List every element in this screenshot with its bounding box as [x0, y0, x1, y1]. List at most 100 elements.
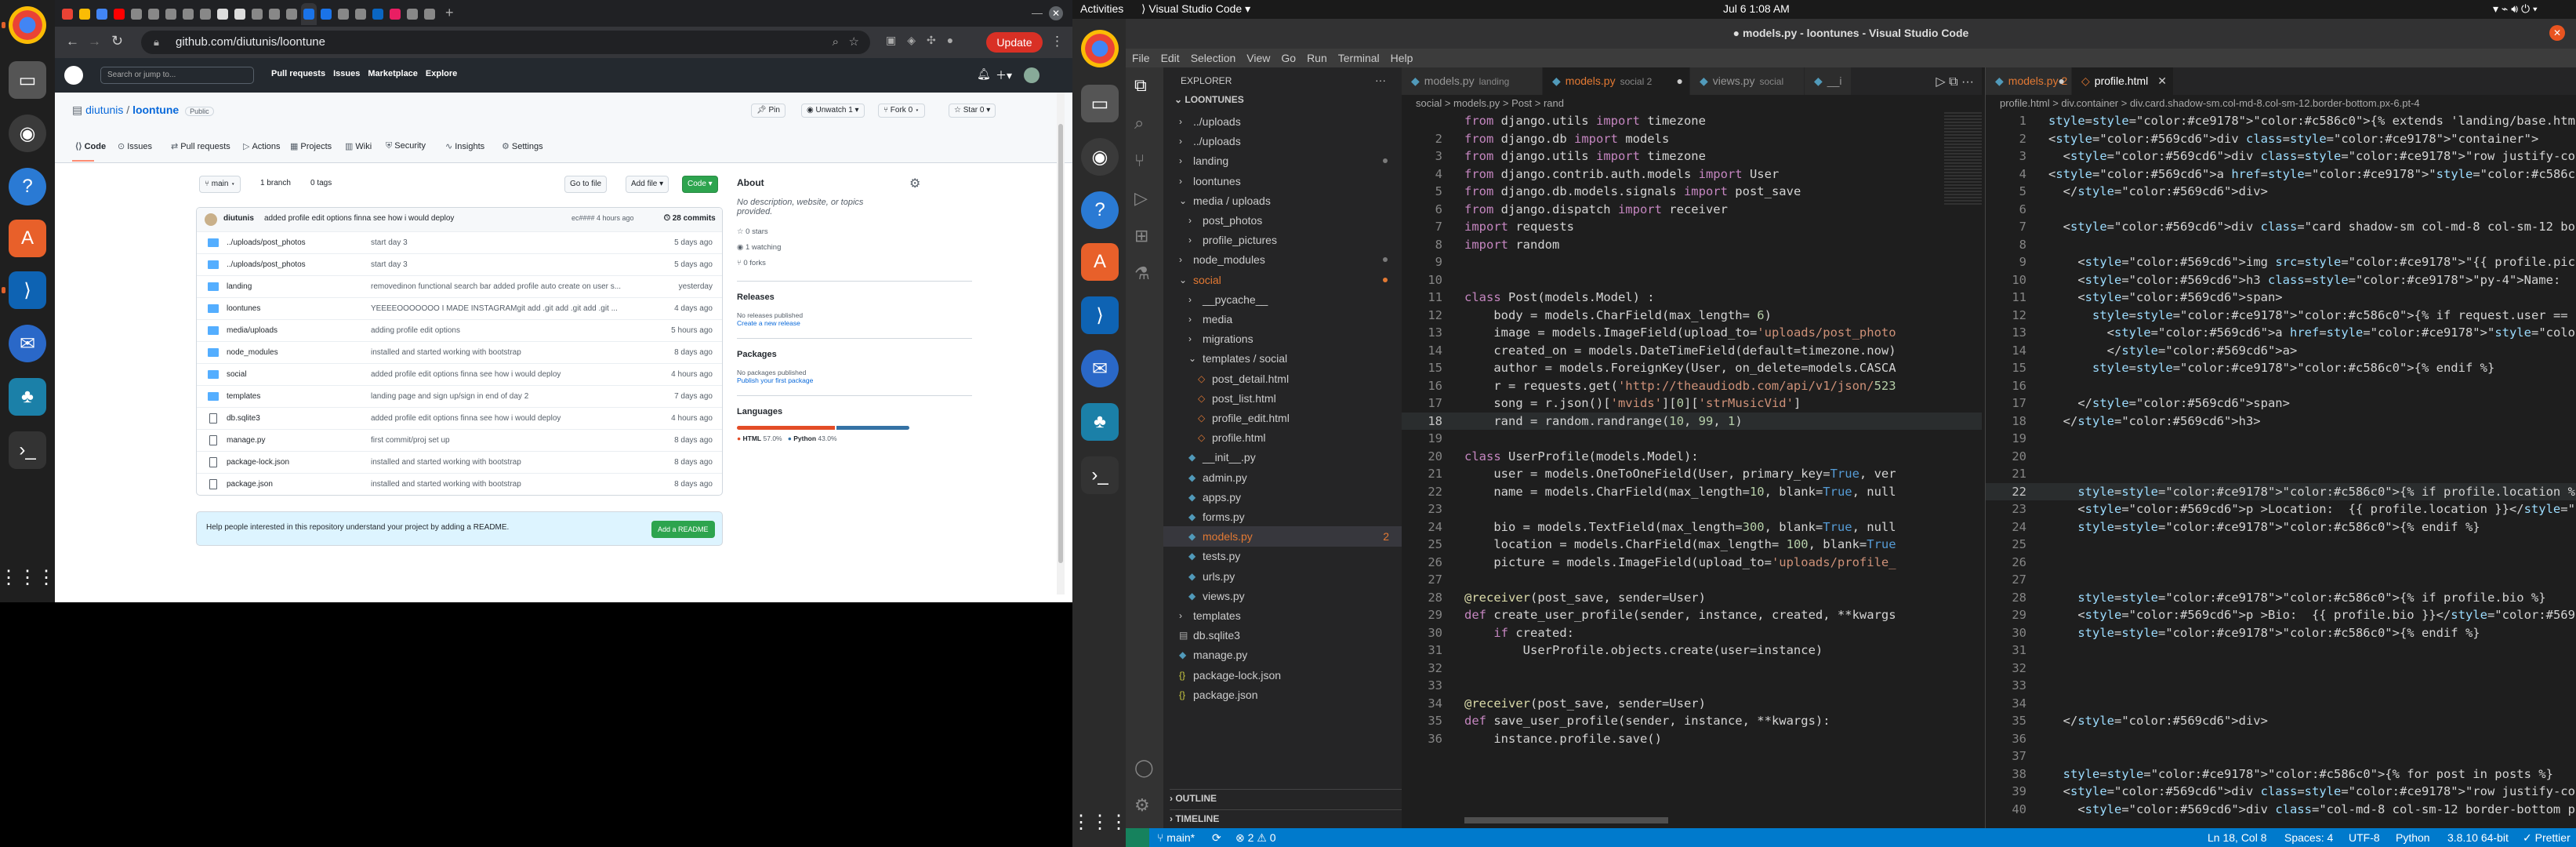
code-line[interactable]: 29 <style="color:#569cd6">p >Bio: {{ pro… — [1986, 606, 2576, 624]
file-row[interactable]: ../uploads/post_photos start day 3 5 days … — [197, 231, 722, 253]
pin-button[interactable]: 📌︎ Pin — [751, 104, 785, 118]
scrollbar[interactable] — [1057, 93, 1065, 594]
menu-edit[interactable]: Edit — [1161, 49, 1180, 67]
avatar[interactable] — [1024, 67, 1039, 83]
code-line[interactable]: 13 image = models.ImageField(upload_to='… — [1402, 324, 1982, 342]
more-actions-icon[interactable]: ··· — [1375, 74, 1386, 86]
code-line[interactable]: 11 class Post(models.Model) : — [1402, 289, 1982, 307]
tree-item[interactable]: › post_photos — [1163, 210, 1402, 231]
branches-link[interactable]: 1 branch — [260, 179, 291, 187]
tree-item[interactable]: ◆ __init__.py — [1163, 447, 1402, 467]
menu-run[interactable]: Run — [1307, 49, 1327, 67]
code-line[interactable]: 4 <style="color:#569cd6">a href=style="co… — [1986, 165, 2576, 184]
nav-pull-requests[interactable]: Pull requests — [271, 69, 325, 78]
clock[interactable]: Jul 6 1:08 AM — [1723, 2, 1790, 15]
code-line[interactable]: 25 location = models.CharField(max_lengt… — [1402, 536, 1982, 554]
file-commit-message[interactable]: installed and started working with boots… — [371, 342, 629, 363]
tree-item[interactable]: › templates — [1163, 605, 1402, 626]
add-readme-button[interactable]: Add a README — [651, 521, 715, 538]
remote-indicator[interactable] — [1126, 828, 1149, 847]
browser-tab[interactable] — [422, 3, 437, 25]
code-line[interactable]: 12 style=style="color:#ce9178">"color:#c… — [1986, 307, 2576, 325]
code-line[interactable]: 18 </style="color:#569cd6">h3> — [1986, 413, 2576, 431]
browser-tab[interactable] — [60, 3, 75, 25]
file-name[interactable]: package-lock.json — [227, 452, 289, 473]
code-line[interactable]: 4 from django.contrib.auth.models import … — [1402, 165, 1982, 184]
rhythmbox-dock-icon[interactable]: ◉ — [9, 115, 46, 152]
github-logo-icon[interactable] — [64, 66, 83, 85]
extension-icon[interactable]: ◈ — [907, 34, 916, 51]
code-line[interactable]: 26 — [1986, 554, 2576, 572]
file-name[interactable]: ../uploads/post_photos — [227, 232, 306, 253]
code-line[interactable]: 24 style=style="color:#ce9178">"color:#c… — [1986, 518, 2576, 536]
file-row[interactable]: ../uploads/post_photos start day 3 5 days … — [197, 253, 722, 275]
code-line[interactable]: 23 <style="color:#569cd6">p >Location: {… — [1986, 500, 2576, 518]
chrome-dock-icon[interactable] — [2, 6, 46, 44]
code-line[interactable]: 8 import random — [1402, 236, 1982, 254]
code-line[interactable]: 25 — [1986, 536, 2576, 554]
code-line[interactable]: 19 — [1402, 430, 1982, 448]
outline-section[interactable]: › OUTLINE — [1170, 789, 1402, 804]
menu-go[interactable]: Go — [1281, 49, 1296, 67]
tree-item[interactable]: ▤ db.sqlite3 — [1163, 625, 1402, 645]
tab-projects[interactable]: ▦ Projects — [290, 141, 332, 151]
close-window-icon[interactable]: ✕ — [2549, 25, 2565, 41]
terminal-dock-icon[interactable]: ›_ — [9, 431, 46, 469]
app-menu[interactable]: ⟩ Visual Studio Code ▾ — [1141, 2, 1250, 16]
code-line[interactable]: 39 <style="color:#569cd6">div class=styl… — [1986, 783, 2576, 801]
puzzle-icon[interactable]: ✣ — [927, 34, 936, 51]
code-line[interactable]: 10 — [1402, 271, 1982, 289]
code-line[interactable]: 3 <style="color:#569cd6">div class=style… — [1986, 147, 2576, 165]
editor-tab[interactable]: ◇ profile.html ✕ — [2072, 67, 2174, 95]
file-commit-message[interactable]: landing page and sign up/sign in end of … — [371, 386, 629, 407]
branch-select[interactable]: ⑂ main ▾ — [199, 176, 241, 193]
code-line[interactable]: 23 — [1402, 500, 1982, 518]
file-name[interactable]: ../uploads/post_photos — [227, 254, 306, 275]
tree-item[interactable]: ⌄ social — [1163, 270, 1402, 290]
create-release-link[interactable]: Create a new release — [737, 319, 972, 327]
run-debug-icon[interactable]: ▷ — [1134, 188, 1148, 209]
file-name[interactable]: db.sqlite3 — [227, 408, 260, 429]
code-line[interactable]: 30 style=style="color:#ce9178">"color:#c… — [1986, 624, 2576, 642]
tree-item[interactable]: ◇ post_list.html — [1163, 388, 1402, 409]
browser-tab[interactable] — [353, 3, 368, 25]
files-dock-icon[interactable]: ▭ — [9, 61, 46, 99]
code-line[interactable]: 38 style=style="color:#ce9178">"color:#c… — [1986, 765, 2576, 783]
browser-tab[interactable] — [129, 3, 144, 25]
file-commit-message[interactable]: added profile edit options finna see how… — [371, 364, 629, 385]
minimize-icon[interactable]: — — [1032, 6, 1043, 19]
tree-item[interactable]: › loontunes — [1163, 171, 1402, 191]
commit-hash[interactable]: ec#### 4 hours ago — [571, 208, 634, 229]
tree-item[interactable]: › __pycache__ — [1163, 289, 1402, 310]
tree-item[interactable]: ◆ tests.py — [1163, 546, 1402, 566]
tree-item[interactable]: › ../uploads — [1163, 111, 1402, 132]
extension-icon[interactable]: ▣ — [886, 34, 896, 51]
code-button[interactable]: Code ▾ — [682, 176, 718, 193]
file-commit-message[interactable]: start day 3 — [371, 254, 629, 275]
file-name[interactable]: node_modules — [227, 342, 278, 363]
indentation[interactable]: Spaces: 4 — [2284, 828, 2333, 847]
browser-tab[interactable] — [284, 3, 299, 25]
file-row[interactable]: media/uploads adding profile edit options… — [197, 319, 722, 341]
file-row[interactable]: package-lock.json installed and started w… — [197, 451, 722, 473]
file-name[interactable]: loontunes — [227, 298, 260, 319]
source-control-icon[interactable]: ⑂ — [1134, 151, 1145, 171]
code-line[interactable]: 2 <style="color:#569cd6">div class=style=… — [1986, 130, 2576, 148]
encoding[interactable]: UTF-8 — [2349, 828, 2380, 847]
code-line[interactable]: 3 from django.utils import timezone — [1402, 147, 1982, 165]
tab-pull-requests[interactable]: ⇄ Pull requests — [171, 141, 230, 151]
software-dock-icon[interactable]: A — [9, 220, 46, 257]
file-name[interactable]: manage.py — [227, 430, 265, 451]
stars-link[interactable]: ☆ 0 stars — [737, 224, 972, 240]
tree-item[interactable]: ◆ models.py 2 — [1163, 526, 1402, 547]
browser-tab[interactable] — [318, 3, 334, 25]
sync-icon[interactable]: ⟳ — [1212, 828, 1221, 847]
browser-tab[interactable] — [370, 3, 386, 25]
software-dock-icon[interactable]: A — [1081, 243, 1119, 281]
tree-item[interactable]: › media — [1163, 309, 1402, 329]
explorer-icon[interactable]: ⧉ — [1134, 75, 1147, 96]
help-dock-icon[interactable]: ? — [1081, 191, 1119, 229]
menu-file[interactable]: File — [1132, 49, 1150, 67]
code-line[interactable]: 13 <style="color:#569cd6">a href=style="… — [1986, 324, 2576, 342]
file-commit-message[interactable]: added profile edit options finna see how… — [371, 408, 629, 429]
